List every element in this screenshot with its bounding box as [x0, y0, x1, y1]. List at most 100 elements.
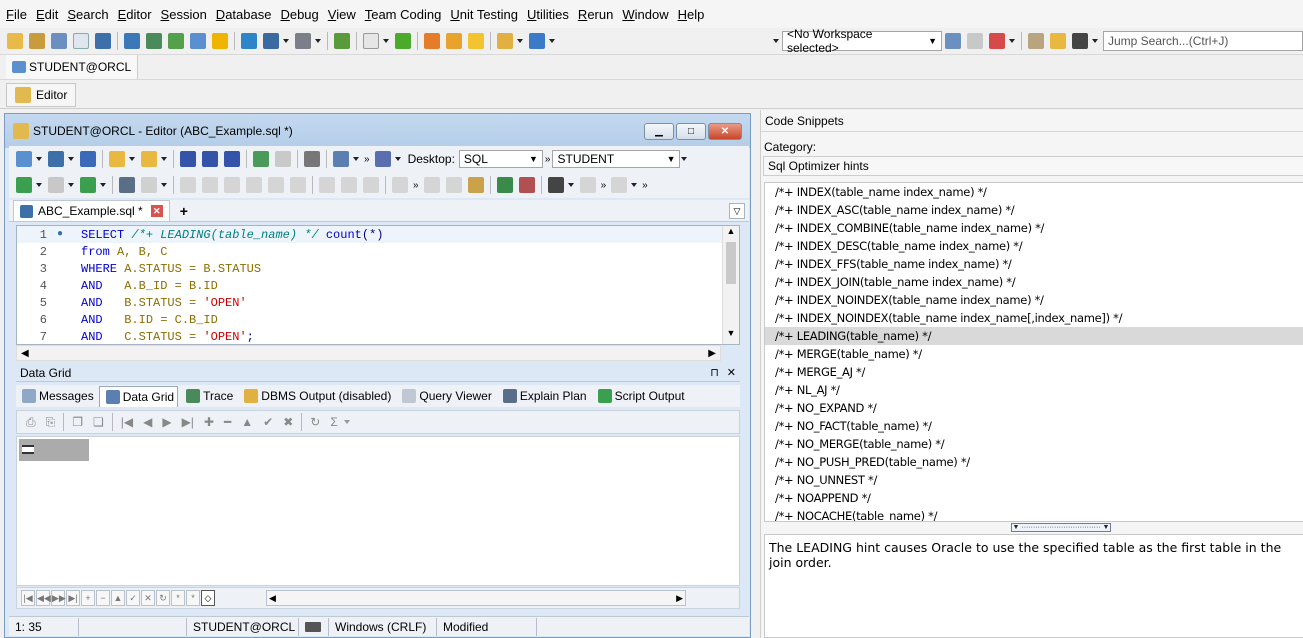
asterisk-icon[interactable]: *: [171, 590, 185, 606]
schema-browser-icon[interactable]: [29, 33, 45, 49]
menu-view[interactable]: View: [328, 7, 356, 22]
connection-tab[interactable]: STUDENT@ORCL: [6, 55, 139, 79]
delete-record-icon[interactable]: ━: [224, 415, 231, 429]
grid-header-row[interactable]: [19, 439, 89, 461]
code-line[interactable]: 7 AND C.STATUS = 'OPEN';: [17, 328, 739, 345]
tab-messages[interactable]: Messages: [16, 386, 97, 407]
binoculars-icon[interactable]: [547, 177, 564, 193]
chat-icon[interactable]: [190, 33, 206, 49]
hint-item[interactable]: /*+ NO_PUSH_PRED(table_name) */: [765, 453, 1303, 471]
hint-item[interactable]: /*+ MERGE_AJ */: [765, 363, 1303, 381]
hint-item[interactable]: /*+ INDEX_COMBINE(table_name index_name)…: [765, 219, 1303, 237]
export-icon[interactable]: [424, 33, 440, 49]
code-line[interactable]: 5 AND B.STATUS = 'OPEN': [17, 294, 739, 311]
scroll-thumb[interactable]: [726, 242, 736, 284]
hint-item[interactable]: /*+ NOAPPEND */: [765, 489, 1303, 507]
cancel-icon[interactable]: ✕: [141, 590, 155, 606]
horizontal-scrollbar[interactable]: ◀ ▶: [16, 345, 721, 361]
chevron-down-icon[interactable]: [681, 157, 688, 161]
workspace-delete-icon[interactable]: [989, 33, 1005, 49]
schema-select[interactable]: STUDENT ▼: [552, 150, 681, 168]
prior-record-icon[interactable]: ◀: [143, 415, 152, 429]
menu-utilities[interactable]: Utilities: [527, 7, 569, 22]
wizard-icon[interactable]: [497, 33, 513, 49]
vertical-scrollbar[interactable]: ▲ ▼: [722, 226, 739, 344]
disconnect-icon[interactable]: [80, 151, 96, 167]
graduation-cap-icon[interactable]: [1072, 33, 1088, 49]
line-endings[interactable]: Windows (CRLF): [329, 617, 437, 636]
next-page-icon[interactable]: ▶▶: [51, 590, 66, 606]
chevron-down-icon[interactable]: [549, 39, 555, 43]
chevron-down-icon[interactable]: [517, 39, 523, 43]
help-icon[interactable]: [468, 33, 484, 49]
tab-dbms-output[interactable]: DBMS Output (disabled): [238, 386, 394, 407]
execute-icon[interactable]: [395, 33, 411, 49]
overflow-icon[interactable]: »: [413, 180, 419, 191]
code-line[interactable]: 4 AND A.B_ID = B.ID: [17, 277, 739, 294]
recent-folder-icon[interactable]: [141, 151, 157, 167]
overflow-icon[interactable]: »: [642, 180, 648, 191]
uncomment-icon[interactable]: [518, 177, 535, 193]
scroll-down-icon[interactable]: ▼: [723, 328, 739, 344]
insert-icon[interactable]: +: [81, 590, 95, 606]
menu-debug[interactable]: Debug: [280, 7, 318, 22]
image-icon[interactable]: [146, 33, 162, 49]
clear-icon[interactable]: ◇: [201, 590, 215, 606]
hint-item[interactable]: /*+ INDEX_NOINDEX(table_name index_name)…: [765, 291, 1303, 309]
scroll-left-icon[interactable]: ◀: [21, 348, 29, 359]
explain-plan-icon[interactable]: [119, 177, 135, 193]
workspace-icon[interactable]: [945, 33, 961, 49]
close-icon[interactable]: ✕: [727, 366, 736, 379]
first-record-icon[interactable]: |◀: [121, 415, 133, 429]
next-record-icon[interactable]: ▶: [162, 415, 171, 429]
jump-search-input[interactable]: Jump Search...(Ctrl+J): [1103, 31, 1303, 51]
chevron-down-icon[interactable]: [773, 39, 779, 43]
comment-icon[interactable]: [1050, 33, 1066, 49]
document-tab[interactable]: ABC_Example.sql * ✕: [13, 200, 170, 221]
tab-data-grid[interactable]: Data Grid: [98, 385, 179, 407]
format-icon[interactable]: [333, 151, 349, 167]
code-editor[interactable]: 1 ● SELECT /*+ LEADING(table_name) */ coun…: [16, 225, 740, 345]
chevron-down-icon[interactable]: [567, 183, 574, 187]
workspace-edit-icon[interactable]: [967, 33, 983, 49]
hint-item[interactable]: /*+ INDEX_DESC(table_name index_name) */: [765, 237, 1303, 255]
scroll-left-icon[interactable]: ◀: [269, 593, 276, 604]
code-line[interactable]: 6 AND B.ID = C.B_ID: [17, 311, 739, 328]
tab-explain-plan[interactable]: Explain Plan: [497, 386, 590, 407]
options-icon[interactable]: [374, 151, 391, 167]
asterisk-edit-icon[interactable]: *: [186, 590, 200, 606]
hint-item[interactable]: /*+ INDEX(table_name index_name) */: [765, 183, 1303, 201]
execute-icon[interactable]: [16, 177, 32, 193]
window-icon[interactable]: [95, 33, 111, 49]
menu-edit[interactable]: Edit: [36, 7, 58, 22]
chevron-down-icon[interactable]: [129, 157, 135, 161]
open-folder-icon[interactable]: [109, 151, 125, 167]
chevron-down-icon[interactable]: [68, 157, 74, 161]
panel-splitter[interactable]: ▼ ·································· ▼: [1011, 523, 1111, 532]
hint-item[interactable]: /*+ NO_MERGE(table_name) */: [765, 435, 1303, 453]
import-icon[interactable]: [446, 33, 462, 49]
scroll-right-icon[interactable]: ▶: [708, 348, 716, 359]
menu-file[interactable]: File: [6, 7, 27, 22]
overflow-icon[interactable]: »: [601, 180, 607, 191]
chevron-down-icon[interactable]: [161, 157, 167, 161]
menu-search[interactable]: Search: [67, 7, 108, 22]
menu-team-coding[interactable]: Team Coding: [365, 7, 442, 22]
refresh-icon[interactable]: [253, 151, 269, 167]
save-all-icon[interactable]: [224, 151, 240, 167]
add-tab-button[interactable]: +: [180, 203, 188, 219]
refresh-icon[interactable]: ↻: [156, 590, 170, 606]
maximize-button[interactable]: □: [676, 122, 706, 140]
hint-item[interactable]: /*+ NOCACHE(table_name) */: [765, 507, 1303, 521]
hint-item[interactable]: /*+ NL_AJ */: [765, 381, 1303, 399]
chevron-down-icon[interactable]: [383, 39, 389, 43]
tab-trace[interactable]: Trace: [180, 386, 236, 407]
desktop-select[interactable]: SQL ▼: [458, 150, 543, 168]
chevron-down-icon[interactable]: [353, 157, 359, 161]
last-icon[interactable]: ▶|: [66, 590, 80, 606]
chevron-down-icon[interactable]: [283, 39, 289, 43]
chevron-down-icon[interactable]: [100, 183, 106, 187]
pin-icon[interactable]: ⊓: [710, 366, 719, 379]
print-icon[interactable]: [304, 151, 320, 167]
overflow-icon[interactable]: »: [364, 154, 370, 165]
